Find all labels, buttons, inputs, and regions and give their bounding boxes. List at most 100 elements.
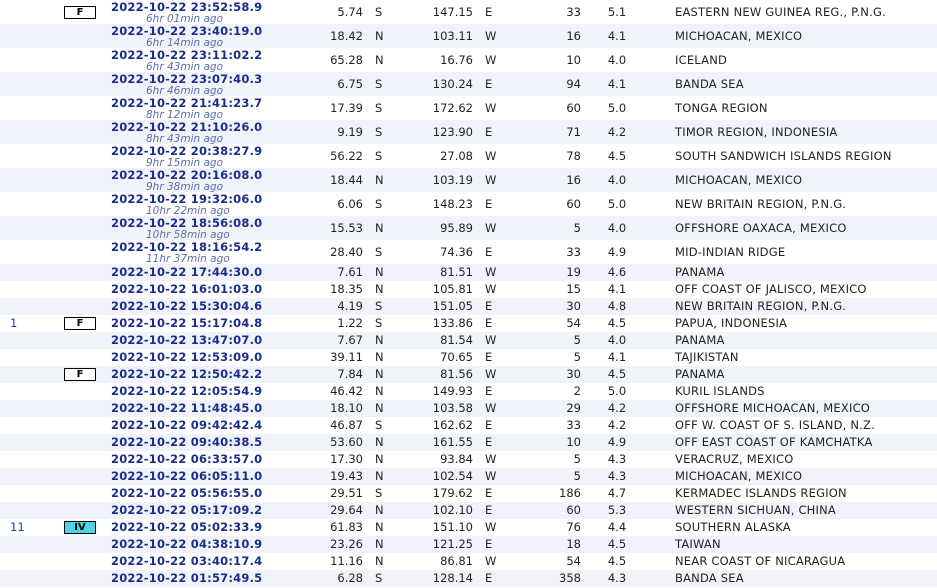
region-link[interactable]: OFFSHORE OAXACA, MEXICO [647,216,937,240]
report-count-link[interactable]: 1 [0,315,52,332]
report-count-link[interactable] [0,502,52,519]
report-count-link[interactable] [0,349,52,366]
region-link[interactable]: SOUTH SANDWICH ISLANDS REGION [647,144,937,168]
table-row[interactable]: 2022-10-22 18:16:54.2 11hr 37min ago 28.40… [0,240,937,264]
report-count-link[interactable] [0,120,52,144]
report-count-link[interactable] [0,24,52,48]
intensity-badge[interactable]: F [64,5,96,19]
datetime-link[interactable]: 2022-10-22 11:48:45.0 [111,400,304,417]
table-row[interactable]: 2022-10-22 01:57:49.5 6.28 S 128.14 E 358 4.3 B… [0,570,937,587]
datetime-link[interactable]: 2022-10-22 13:47:07.0 [111,332,304,349]
table-row[interactable]: 2022-10-22 23:11:02.2 6hr 43min ago 65.28 N… [0,48,937,72]
table-row[interactable]: 2022-10-22 21:10:26.0 8hr 43min ago 9.19 S 1… [0,120,937,144]
intensity-badge[interactable]: F [64,317,96,330]
table-row[interactable]: 1 F 2022-10-22 15:17:04.8 1.22 S 133.86 E 54 4.5… [0,315,937,332]
region-link[interactable]: KERMADEC ISLANDS REGION [647,485,937,502]
table-row[interactable]: 2022-10-22 12:53:09.0 39.11 N 70.65 E 5 4.1 TAJ… [0,349,937,366]
table-row[interactable]: F 2022-10-22 23:52:58.9 6hr 01min ago 5.74 S… [0,0,937,24]
report-count-link[interactable] [0,48,52,72]
region-link[interactable]: TONGA REGION [647,96,937,120]
table-row[interactable]: F 2022-10-22 12:50:42.2 7.84 N 81.56 W 30 4.5 PA… [0,366,937,383]
region-link[interactable]: MICHOACAN, MEXICO [647,168,937,192]
region-link[interactable]: TIMOR REGION, INDONESIA [647,120,937,144]
table-row[interactable]: 2022-10-22 23:07:40.3 6hr 46min ago 6.75 S 1… [0,72,937,96]
table-row[interactable]: 2022-10-22 18:56:08.0 10hr 58min ago 15.53… [0,216,937,240]
region-link[interactable]: PANAMA [647,366,937,383]
table-row[interactable]: 2022-10-22 12:05:54.9 46.42 N 149.93 E 2 5.0 KU… [0,383,937,400]
region-link[interactable]: OFF EAST COAST OF KAMCHATKA [647,434,937,451]
table-row[interactable]: 2022-10-22 03:40:17.4 11.16 N 86.81 W 54 4.5 NE… [0,553,937,570]
datetime-link[interactable]: 2022-10-22 15:17:04.8 [111,315,304,332]
report-count-link[interactable] [0,168,52,192]
report-count-link[interactable] [0,96,52,120]
table-row[interactable]: 2022-10-22 06:05:11.0 19.43 N 102.54 W 5 4.3 MI… [0,468,937,485]
datetime-link[interactable]: 2022-10-22 16:01:03.0 [111,281,304,298]
region-link[interactable]: MICHOACAN, MEXICO [647,468,937,485]
table-row[interactable]: 2022-10-22 16:01:03.0 18.35 N 105.81 W 15 4.1 O… [0,281,937,298]
report-count-link[interactable] [0,192,52,216]
report-count-link[interactable] [0,383,52,400]
report-count-link[interactable] [0,366,52,383]
datetime-link[interactable]: 2022-10-22 20:16:08.0 [111,168,304,182]
datetime-link[interactable]: 2022-10-22 04:38:10.9 [111,536,304,553]
report-count-link[interactable]: 11 [0,519,52,536]
datetime-link[interactable]: 2022-10-22 01:57:49.5 [111,570,304,587]
datetime-link[interactable]: 2022-10-22 18:16:54.2 [111,240,304,254]
region-link[interactable]: NEW BRITAIN REGION, P.N.G. [647,192,937,216]
table-row[interactable]: 2022-10-22 06:33:57.0 17.30 N 93.84 W 5 4.3 VER… [0,451,937,468]
region-link[interactable]: ICELAND [647,48,937,72]
datetime-link[interactable]: 2022-10-22 18:56:08.0 [111,216,304,230]
region-link[interactable]: EASTERN NEW GUINEA REG., P.N.G. [647,0,937,24]
datetime-link[interactable]: 2022-10-22 05:17:09.2 [111,502,304,519]
datetime-link[interactable]: 2022-10-22 03:40:17.4 [111,553,304,570]
table-row[interactable]: 2022-10-22 20:38:27.9 9hr 15min ago 56.22 S… [0,144,937,168]
intensity-badge[interactable]: F [64,368,96,381]
datetime-link[interactable]: 2022-10-22 12:53:09.0 [111,349,304,366]
report-count-link[interactable] [0,400,52,417]
report-count-link[interactable] [0,240,52,264]
table-row[interactable]: 2022-10-22 05:56:55.0 29.51 S 179.62 E 186 4.7… [0,485,937,502]
region-link[interactable]: NEAR COAST OF NICARAGUA [647,553,937,570]
report-count-link[interactable] [0,451,52,468]
region-link[interactable]: MICHOACAN, MEXICO [647,24,937,48]
report-count-link[interactable] [0,72,52,96]
region-link[interactable]: NEW BRITAIN REGION, P.N.G. [647,298,937,315]
region-link[interactable]: OFFSHORE MICHOACAN, MEXICO [647,400,937,417]
table-row[interactable]: 2022-10-22 20:16:08.0 9hr 38min ago 18.44 N… [0,168,937,192]
datetime-link[interactable]: 2022-10-22 15:30:04.6 [111,298,304,315]
datetime-link[interactable]: 2022-10-22 06:05:11.0 [111,468,304,485]
table-row[interactable]: 11 IV 2022-10-22 05:02:33.9 61.83 N 151.10 W 76… [0,519,937,536]
table-row[interactable]: 2022-10-22 19:32:06.0 10hr 22min ago 6.06 S… [0,192,937,216]
datetime-link[interactable]: 2022-10-22 21:41:23.7 [111,96,304,110]
region-link[interactable]: MID-INDIAN RIDGE [647,240,937,264]
report-count-link[interactable] [0,553,52,570]
region-link[interactable]: PAPUA, INDONESIA [647,315,937,332]
table-row[interactable]: 2022-10-22 09:42:42.4 46.87 S 162.62 E 33 4.2 O… [0,417,937,434]
region-link[interactable]: WESTERN SICHUAN, CHINA [647,502,937,519]
datetime-link[interactable]: 2022-10-22 23:07:40.3 [111,72,304,86]
datetime-link[interactable]: 2022-10-22 23:40:19.0 [111,24,304,38]
table-row[interactable]: 2022-10-22 21:41:23.7 8hr 12min ago 17.39 S… [0,96,937,120]
datetime-link[interactable]: 2022-10-22 09:40:38.5 [111,434,304,451]
table-row[interactable]: 2022-10-22 09:40:38.5 53.60 N 161.55 E 10 4.9 O… [0,434,937,451]
report-count-link[interactable] [0,264,52,281]
report-count-link[interactable] [0,536,52,553]
report-count-link[interactable] [0,468,52,485]
region-link[interactable]: SOUTHERN ALASKA [647,519,937,536]
datetime-link[interactable]: 2022-10-22 09:42:42.4 [111,417,304,434]
region-link[interactable]: OFF COAST OF JALISCO, MEXICO [647,281,937,298]
report-count-link[interactable] [0,298,52,315]
table-row[interactable]: 2022-10-22 13:47:07.0 7.67 N 81.54 W 5 4.0 PANA… [0,332,937,349]
datetime-link[interactable]: 2022-10-22 20:38:27.9 [111,144,304,158]
report-count-link[interactable] [0,332,52,349]
report-count-link[interactable] [0,570,52,587]
table-row[interactable]: 2022-10-22 15:30:04.6 4.19 S 151.05 E 30 4.8 NE… [0,298,937,315]
region-link[interactable]: PANAMA [647,332,937,349]
report-count-link[interactable] [0,281,52,298]
datetime-link[interactable]: 2022-10-22 17:44:30.0 [111,264,304,281]
intensity-badge[interactable]: IV [64,521,96,534]
region-link[interactable]: VERACRUZ, MEXICO [647,451,937,468]
datetime-link[interactable]: 2022-10-22 23:11:02.2 [111,48,304,62]
datetime-link[interactable]: 2022-10-22 23:52:58.9 [111,0,304,14]
region-link[interactable]: BANDA SEA [647,72,937,96]
